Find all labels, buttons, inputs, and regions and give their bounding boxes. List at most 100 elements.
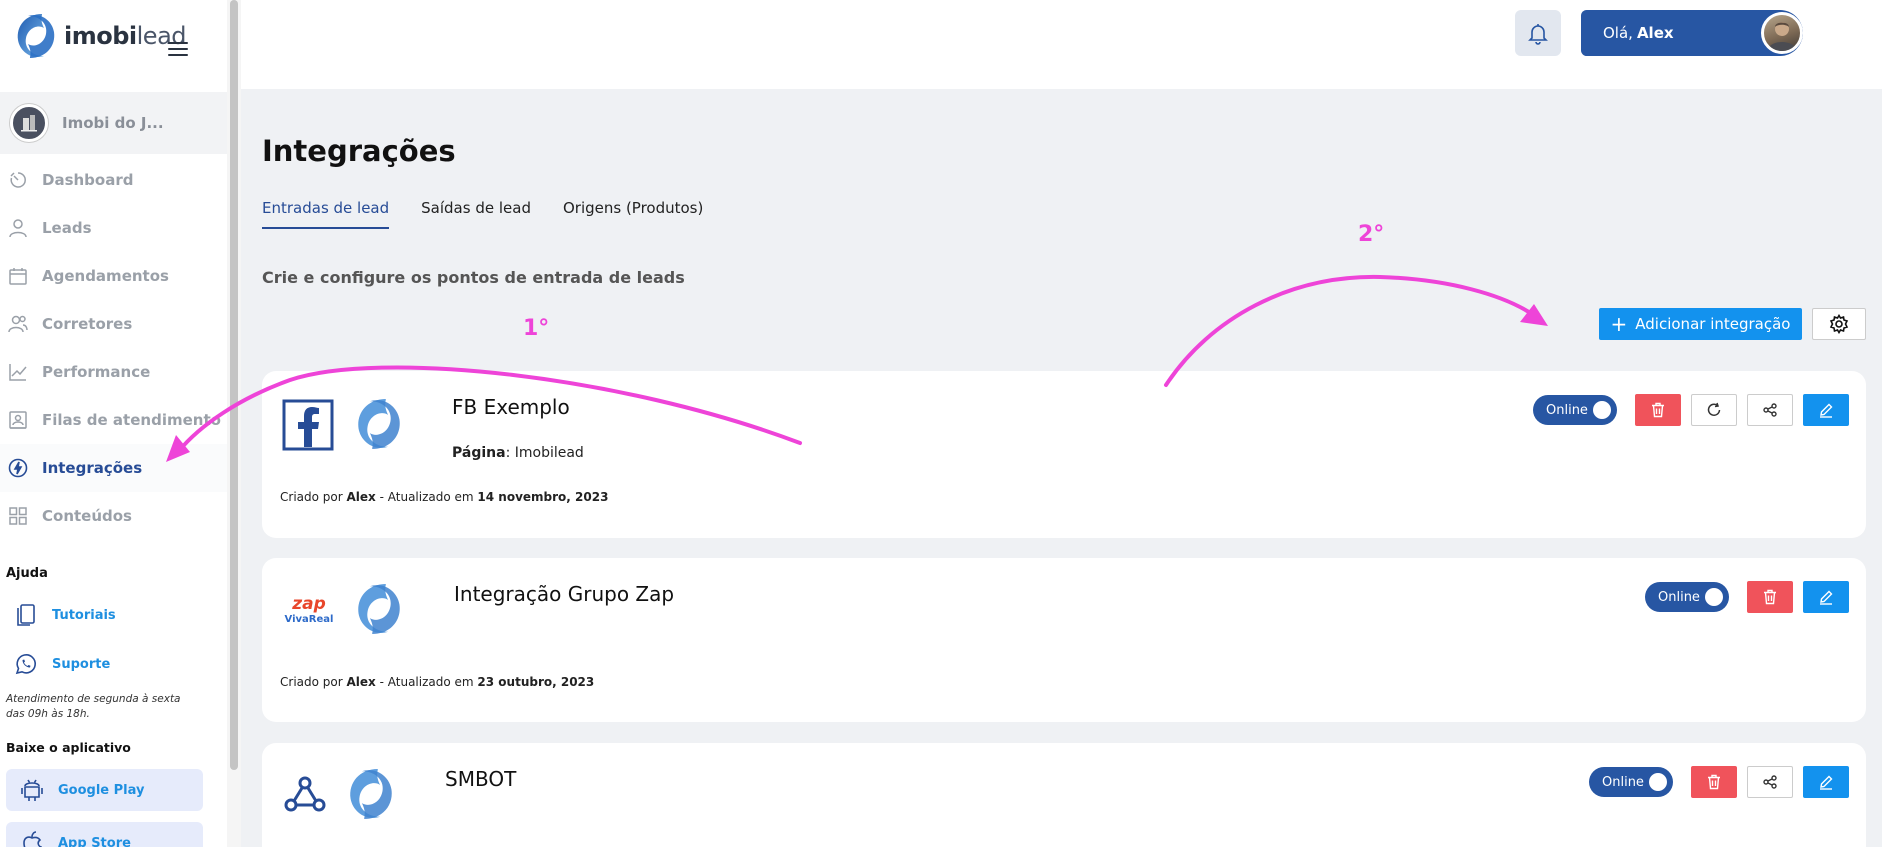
tutorials-link[interactable]: Tutoriais (14, 602, 116, 628)
queue-icon (8, 410, 28, 430)
page-subtitle: Crie e configure os pontos de entrada de… (262, 268, 685, 287)
trash-icon (1652, 402, 1664, 418)
android-icon (21, 779, 43, 801)
integration-card-smbot: SMBOT Online (262, 743, 1866, 847)
add-integration-button[interactable]: + Adicionar integração (1599, 308, 1802, 340)
card-meta: Criado por Alex - Atualizado em 23 outub… (280, 675, 595, 689)
pencil-icon (1820, 590, 1833, 605)
whatsapp-icon (14, 651, 38, 677)
sidebar-item-label: Dashboard (42, 171, 134, 189)
sidebar-item-filas[interactable]: Filas de atendimento (0, 396, 227, 444)
pencil-icon (1820, 403, 1833, 418)
sidebar-item-integracoes[interactable]: Integrações (0, 444, 227, 492)
sidebar-item-agendamentos[interactable]: Agendamentos (0, 252, 227, 300)
edit-button[interactable] (1803, 394, 1849, 426)
greeting-text: Olá, (1603, 24, 1633, 42)
user-icon (8, 218, 28, 238)
company-selector[interactable]: Imobi do J... (0, 92, 227, 154)
app-store-button[interactable]: App Store (6, 822, 203, 847)
refresh-icon (1707, 402, 1721, 416)
annotation-label-second: 2° (1358, 222, 1385, 247)
edit-button[interactable] (1803, 766, 1849, 798)
plus-icon: + (1610, 312, 1628, 336)
webhook-icon (282, 773, 328, 819)
tablet-icon (14, 602, 38, 628)
delete-button[interactable] (1691, 766, 1737, 798)
share-icon (1763, 403, 1777, 417)
share-icon (1763, 775, 1777, 789)
annotation-arrow-second (1164, 274, 1537, 387)
annotation-label-first: 1° (523, 316, 550, 341)
integration-tabs: Entradas de lead Saídas de lead Origens … (262, 199, 735, 229)
support-link[interactable]: Suporte (14, 651, 110, 677)
chart-line-icon (8, 362, 28, 382)
gear-icon (1829, 314, 1849, 334)
scrollbar-thumb[interactable] (230, 0, 238, 770)
sidebar-item-label: Agendamentos (42, 267, 169, 285)
bell-icon (1528, 24, 1548, 45)
sidebar-item-leads[interactable]: Leads (0, 204, 227, 252)
trash-icon (1764, 589, 1776, 605)
users-icon (8, 314, 28, 334)
share-button[interactable] (1747, 766, 1793, 798)
top-header: Olá, Alex (241, 0, 1882, 89)
calendar-icon (8, 266, 28, 286)
grid-icon (8, 506, 28, 526)
download-app-title: Baixe o aplicativo (6, 740, 131, 755)
integration-card-fb-exemplo: FB Exemplo Página: Imobilead Criado por … (262, 371, 1866, 538)
settings-button[interactable] (1812, 308, 1866, 340)
sidebar-item-label: Corretores (42, 315, 133, 333)
sidebar-item-conteudos[interactable]: Conteúdos (0, 492, 227, 540)
imobilead-brand-icon (354, 580, 404, 642)
status-toggle[interactable]: Online (1645, 582, 1729, 612)
card-field-page: Página: Imobilead (452, 445, 584, 461)
trash-icon (1708, 774, 1720, 790)
pencil-icon (1820, 775, 1833, 790)
imobilead-logo[interactable]: imobilead (14, 12, 187, 60)
card-meta: Criado por Alex - Atualizado em 14 novem… (280, 490, 609, 504)
delete-button[interactable] (1635, 394, 1681, 426)
sidebar-item-label: Leads (42, 219, 92, 237)
annotation-arrowhead-second (1520, 304, 1548, 326)
share-button[interactable] (1747, 394, 1793, 426)
bolt-icon (8, 458, 28, 478)
support-hours-note: Atendimento de segunda à sexta das 09h à… (6, 693, 181, 720)
notifications-button[interactable] (1515, 10, 1561, 56)
edit-button[interactable] (1803, 581, 1849, 613)
facebook-icon (282, 399, 334, 455)
sidebar-item-dashboard[interactable]: Dashboard (0, 156, 227, 204)
help-title: Ajuda (6, 566, 48, 581)
imobilead-brand-icon (346, 765, 396, 827)
delete-button[interactable] (1747, 581, 1793, 613)
sidebar-scrollbar[interactable] (227, 0, 241, 847)
card-title: SMBOT (445, 767, 517, 791)
tab-entradas-de-lead[interactable]: Entradas de lead (262, 199, 390, 229)
sidebar-item-label: Conteúdos (42, 507, 132, 525)
sidebar: imobilead Imobi do J... Dashboard Leads … (0, 0, 227, 847)
integration-card-grupo-zap: zap VivaReal Integração Grupo Zap Criado… (262, 558, 1866, 722)
sidebar-item-performance[interactable]: Performance (0, 348, 227, 396)
page-title: Integrações (262, 134, 456, 168)
card-title: Integração Grupo Zap (454, 582, 675, 606)
building-icon (21, 115, 37, 132)
imobilead-brand-icon (354, 395, 404, 457)
google-play-button[interactable]: Google Play (6, 769, 203, 811)
sidebar-item-corretores[interactable]: Corretores (0, 300, 227, 348)
menu-toggle-icon[interactable] (168, 42, 188, 58)
sidebar-nav: Dashboard Leads Agendamentos Corretores … (0, 156, 227, 540)
card-title: FB Exemplo (452, 395, 570, 419)
sidebar-item-label: Integrações (42, 459, 143, 477)
tab-origens-produtos[interactable]: Origens (Produtos) (563, 199, 703, 229)
dashboard-icon (8, 170, 28, 190)
avatar[interactable] (1761, 12, 1803, 54)
status-toggle[interactable]: Online (1589, 767, 1673, 797)
user-name: Alex (1636, 24, 1674, 42)
sidebar-item-label: Filas de atendimento (42, 411, 221, 429)
tab-saidas-de-lead[interactable]: Saídas de lead (421, 199, 531, 229)
refresh-button[interactable] (1691, 394, 1737, 426)
apple-icon (23, 831, 43, 847)
company-avatar (10, 104, 48, 142)
status-toggle[interactable]: Online (1533, 395, 1617, 425)
company-name: Imobi do J... (62, 114, 164, 132)
sidebar-item-label: Performance (42, 363, 151, 381)
